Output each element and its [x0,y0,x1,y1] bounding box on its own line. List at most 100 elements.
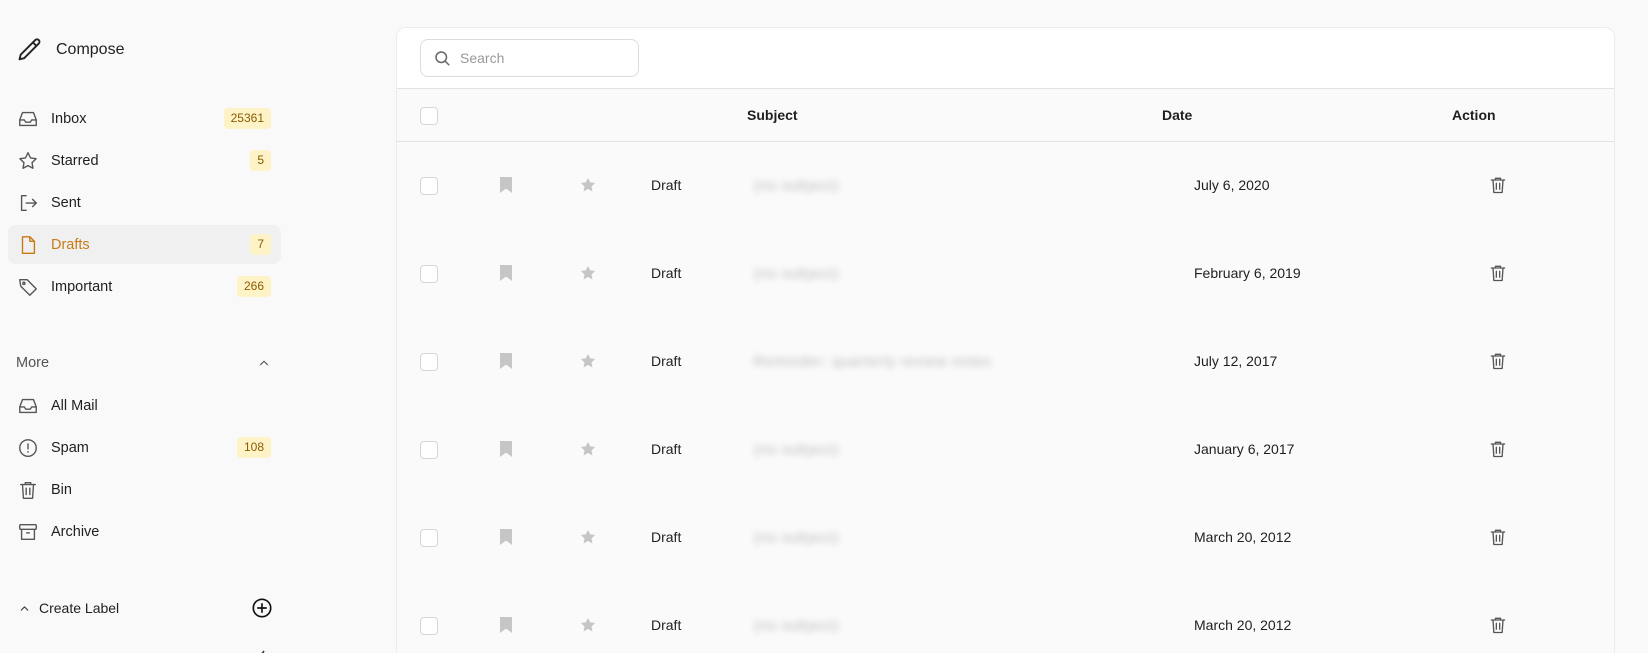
row-checkbox[interactable] [420,177,438,195]
row-checkbox[interactable] [420,353,438,371]
table-row[interactable]: Draft Reminder: quarterly review notes J… [397,318,1614,406]
more-section-title: More [16,355,50,371]
action-column-header: Action [1452,107,1496,123]
pencil-icon [18,38,41,61]
sidebar-item-label: Starred [51,152,99,169]
mail-type-label: Draft [651,529,682,545]
archive-icon [17,521,39,543]
sidebar-item-inbox[interactable]: Inbox 25361 [8,99,281,138]
sidebar-item-label: Drafts [51,236,90,253]
bookmark-icon[interactable] [499,616,513,634]
star-icon[interactable] [579,528,597,546]
sidebar-item-label: Important [51,278,113,295]
count-badge: 108 [236,437,271,458]
mail-type-label: Draft [651,177,682,193]
search-icon [435,51,450,66]
chevron-right-icon [261,650,265,653]
sidebar-item-important[interactable]: Important 266 [8,267,281,306]
sidebar-item-drafts[interactable]: Drafts 7 [8,225,281,264]
mail-rows: Draft (no subject) July 6, 2020 Draft (n… [397,142,1614,653]
trash-icon[interactable] [1488,615,1508,635]
star-icon[interactable] [579,176,597,194]
chevron-up-icon[interactable] [257,356,271,370]
sidebar-item-starred[interactable]: Starred 5 [8,141,281,180]
count-badge: 266 [236,276,271,297]
inbox-icon [17,395,39,417]
bookmark-icon[interactable] [499,440,513,458]
sidebar: Compose Inbox 25361 Starred 5 Sent Draft… [0,0,300,653]
mail-date: March 20, 2012 [1194,617,1292,633]
select-all-checkbox[interactable] [420,107,438,125]
sidebar-item-archive[interactable]: Archive [8,512,281,551]
sent-icon [17,192,39,214]
table-row[interactable]: Draft (no subject) January 6, 2017 [397,406,1614,494]
create-label-text: Create Label [39,600,120,616]
mail-date: March 20, 2012 [1194,529,1292,545]
star-icon[interactable] [579,352,597,370]
bookmark-icon[interactable] [499,352,513,370]
star-icon[interactable] [579,264,597,282]
search-box[interactable] [420,39,639,77]
table-row[interactable]: Draft (no subject) March 20, 2012 [397,494,1614,582]
mail-subject: Reminder: quarterly review notes [754,353,992,369]
create-label-row: Create Label [18,595,273,621]
table-row[interactable]: Draft (no subject) July 6, 2020 [397,142,1614,230]
trash-icon[interactable] [1488,439,1508,459]
star-icon[interactable] [579,440,597,458]
search-input[interactable] [460,50,630,66]
sidebar-item-label: Bin [51,481,72,498]
mail-subject: (no subject) [754,177,840,193]
trash-icon[interactable] [1488,527,1508,547]
sidebar-item-all-mail[interactable]: All Mail [8,386,281,425]
trash-icon[interactable] [1488,175,1508,195]
row-checkbox[interactable] [420,265,438,283]
row-checkbox[interactable] [420,617,438,635]
add-circle-icon[interactable] [251,597,273,619]
bookmark-icon[interactable] [499,264,513,282]
bookmark-icon[interactable] [499,176,513,194]
row-checkbox[interactable] [420,529,438,547]
mail-date: January 6, 2017 [1194,441,1295,457]
sidebar-item-spam[interactable]: Spam 108 [8,428,281,467]
sidebar-item-bin[interactable]: Bin [8,470,281,509]
sidebar-item-label: Archive [51,523,100,540]
compose-button[interactable]: Compose [16,34,124,66]
create-label-toggle[interactable]: Create Label [18,600,119,616]
mail-subject: (no subject) [754,441,840,457]
star-icon[interactable] [579,616,597,634]
chevron-up-icon [20,605,29,611]
mail-date: July 6, 2020 [1194,177,1270,193]
mail-subject: (no subject) [754,265,840,281]
star-icon [17,150,39,172]
mail-subject: (no subject) [754,529,840,545]
table-row[interactable]: Draft (no subject) February 6, 2019 [397,230,1614,318]
alert-circle-icon [17,437,39,459]
date-column-header: Date [1162,107,1193,123]
more-section-header[interactable]: More [16,352,271,374]
trash-icon[interactable] [1488,351,1508,371]
inbox-icon [17,108,39,130]
bookmark-icon[interactable] [499,528,513,546]
toolbar [397,28,1614,89]
tag-icon [17,276,39,298]
label-list-item-partial[interactable] [38,645,268,653]
row-checkbox[interactable] [420,441,438,459]
subject-column-header: Subject [747,107,798,123]
sidebar-item-label: Sent [51,194,81,211]
mail-type-label: Draft [651,353,682,369]
mail-type-label: Draft [651,617,682,633]
mail-type-label: Draft [651,265,682,281]
trash-icon[interactable] [1488,263,1508,283]
mail-date: July 12, 2017 [1194,353,1278,369]
count-badge: 25361 [223,108,271,129]
sidebar-item-label: Inbox [51,110,87,127]
table-row[interactable]: Draft (no subject) March 20, 2012 [397,582,1614,653]
count-badge: 5 [250,150,271,171]
sidebar-item-label: Spam [51,439,89,456]
draft-file-icon [17,234,39,256]
mail-list-panel: Subject Date Action Draft (no subject) J… [396,27,1615,653]
mail-date: February 6, 2019 [1194,265,1301,281]
count-badge: 7 [250,234,271,255]
sidebar-item-label: All Mail [51,397,98,414]
sidebar-item-sent[interactable]: Sent [8,183,281,222]
